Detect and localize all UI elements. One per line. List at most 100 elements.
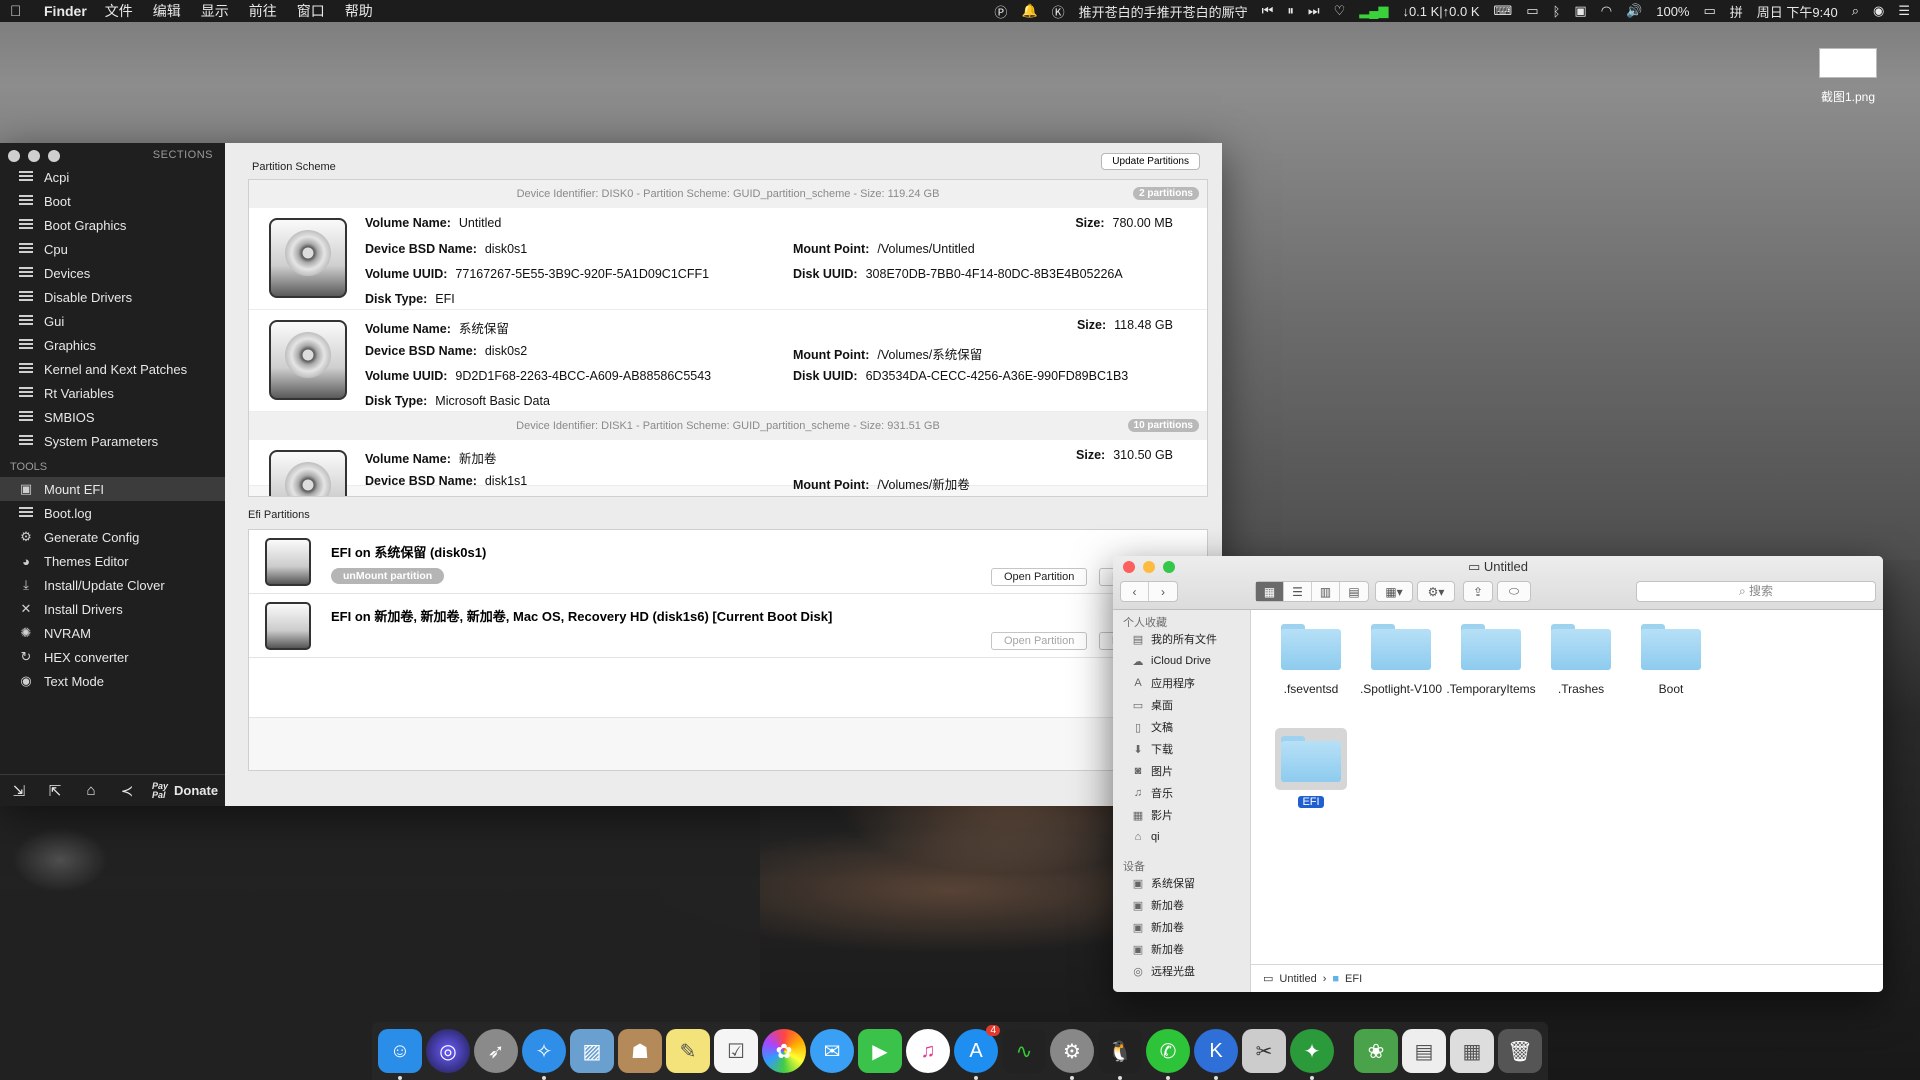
- sidebar-item-pictures[interactable]: ◙ 图片: [1113, 760, 1250, 782]
- tool-item-themes-editor[interactable]: ◕ Themes Editor: [0, 549, 225, 573]
- tool-item-nvram[interactable]: ✺ NVRAM: [0, 621, 225, 645]
- sidebar-item-movies[interactable]: ▦ 影片: [1113, 804, 1250, 826]
- spotlight-search-icon[interactable]: ⌕: [1852, 3, 1859, 19]
- sidebar-item-documents[interactable]: ▯ 文稿: [1113, 716, 1250, 738]
- document-dock-icon[interactable]: ▤: [1402, 1029, 1446, 1073]
- notification-bell-icon[interactable]: 🔔: [1021, 3, 1037, 19]
- sidebar-item-desktop[interactable]: ▭ 桌面: [1113, 694, 1250, 716]
- menu-edit[interactable]: 编辑: [153, 1, 181, 21]
- sidebar-item-disable-drivers[interactable]: Disable Drivers: [0, 285, 225, 309]
- safari-dock-icon[interactable]: ✧: [522, 1029, 566, 1080]
- folder-item-selected[interactable]: EFI: [1261, 728, 1361, 808]
- arrange-button[interactable]: ▦▾: [1375, 581, 1413, 602]
- open-partition-button[interactable]: Open Partition: [991, 568, 1088, 586]
- sidebar-item-gui[interactable]: Gui: [0, 309, 225, 333]
- donate-button[interactable]: Pay Pal Donate: [152, 781, 218, 800]
- list-view-icon[interactable]: ☰: [1284, 582, 1312, 601]
- sidebar-device[interactable]: ▣ 系统保留: [1113, 872, 1250, 894]
- folder-stack-dock-icon[interactable]: ❀: [1354, 1029, 1398, 1073]
- notes-dock-icon[interactable]: ✎: [666, 1029, 710, 1073]
- import-icon[interactable]: ⇲: [8, 782, 30, 800]
- sidebar-item-all-files[interactable]: ▤ 我的所有文件: [1113, 628, 1250, 650]
- menu-go[interactable]: 前往: [249, 1, 277, 21]
- apple-menu-icon[interactable]: : [10, 3, 30, 20]
- path-item[interactable]: EFI: [1345, 973, 1362, 985]
- sidebar-item-cpu[interactable]: Cpu: [0, 237, 225, 261]
- wechat-dock-icon[interactable]: ✆: [1146, 1029, 1190, 1080]
- sidebar-item-smbios[interactable]: SMBIOS: [0, 405, 225, 429]
- share-button[interactable]: ⇪: [1463, 581, 1493, 602]
- previous-track-icon[interactable]: ⏮: [1262, 3, 1274, 19]
- column-view-icon[interactable]: ▥: [1312, 582, 1340, 601]
- volume-icon[interactable]: 🔊: [1626, 3, 1642, 19]
- heart-icon[interactable]: ♡: [1334, 3, 1346, 19]
- pause-icon[interactable]: ⏸: [1287, 3, 1294, 19]
- forward-button[interactable]: ›: [1149, 582, 1177, 601]
- now-playing-text[interactable]: 推开苍白的手推开苍白的厮守: [1079, 2, 1248, 21]
- menu-clock[interactable]: 周日 下午9:40: [1757, 2, 1838, 21]
- action-button[interactable]: ⚙▾: [1417, 581, 1455, 602]
- sidebar-item-rt-variables[interactable]: Rt Variables: [0, 381, 225, 405]
- home-icon[interactable]: ⌂: [80, 782, 102, 799]
- bluetooth-icon[interactable]: ᛒ: [1553, 4, 1561, 19]
- menu-window[interactable]: 窗口: [297, 1, 325, 21]
- reminders-dock-icon[interactable]: ☑: [714, 1029, 758, 1073]
- volume-row[interactable]: Volume Name: 系统保留 Device BSD Name: disk0s2…: [249, 310, 1207, 412]
- sidebar-device[interactable]: ▣ 新加卷: [1113, 916, 1250, 938]
- icon-view-icon[interactable]: ▦: [1256, 582, 1284, 601]
- battery-icon[interactable]: ▭: [1703, 3, 1715, 19]
- folder-item[interactable]: .Spotlight-V100: [1351, 624, 1451, 696]
- search-field[interactable]: ⌕ 搜索: [1636, 581, 1876, 602]
- efi-row[interactable]: EFI on 新加卷, 新加卷, 新加卷, Mac OS, Recovery H…: [249, 594, 1207, 658]
- sidebar-item-home[interactable]: ⌂ qi: [1113, 826, 1250, 848]
- folder-item[interactable]: .TemporaryItems: [1441, 624, 1541, 696]
- vibrant-dock-icon[interactable]: ✦: [1290, 1029, 1334, 1080]
- clover-configurator-dock-icon[interactable]: K: [1194, 1029, 1238, 1080]
- qq-dock-icon[interactable]: 🐧: [1098, 1029, 1142, 1080]
- sidebar-item-graphics[interactable]: Graphics: [0, 333, 225, 357]
- airplay-icon[interactable]: ▣: [1574, 3, 1586, 19]
- sidebar-item-system-parameters[interactable]: System Parameters: [0, 429, 225, 453]
- gallery-view-icon[interactable]: ▤: [1340, 582, 1368, 601]
- messages-dock-icon[interactable]: ✉: [810, 1029, 854, 1073]
- desktop-file[interactable]: 截图1.png: [1808, 48, 1888, 105]
- update-partitions-button[interactable]: Update Partitions: [1101, 153, 1200, 170]
- itunes-dock-icon[interactable]: ♫: [906, 1029, 950, 1073]
- activity-monitor-dock-icon[interactable]: ∿: [1002, 1029, 1046, 1073]
- unmount-partition-button[interactable]: unMount partition: [331, 568, 445, 584]
- menu-help[interactable]: 帮助: [345, 1, 373, 21]
- sidebar-item-music[interactable]: ♫ 音乐: [1113, 782, 1250, 804]
- tool-item-generate-config[interactable]: ⚙ Generate Config: [0, 525, 225, 549]
- sidebar-item-boot[interactable]: Boot: [0, 189, 225, 213]
- photos-dock-icon[interactable]: ✿: [762, 1029, 806, 1073]
- launchpad-dock-icon[interactable]: ➶: [474, 1029, 518, 1073]
- input-method-icon[interactable]: 拼: [1730, 2, 1743, 21]
- sidebar-item-devices[interactable]: Devices: [0, 261, 225, 285]
- partition-scheme-list[interactable]: Device Identifier: DISK0 - Partition Sch…: [248, 179, 1208, 497]
- tool-item-hex-converter[interactable]: ↻ HEX converter: [0, 645, 225, 669]
- sidebar-item-applications[interactable]: A 应用程序: [1113, 672, 1250, 694]
- sidebar-device[interactable]: ▣ 新加卷: [1113, 894, 1250, 916]
- volume-row[interactable]: Volume Name: 新加卷 Device BSD Name: disk1s1 …: [249, 440, 1207, 496]
- tool-item-mount-efi[interactable]: ▣ Mount EFI: [0, 477, 225, 501]
- next-track-icon[interactable]: ⏭: [1308, 3, 1320, 19]
- preview-dock-icon[interactable]: ▨: [570, 1029, 614, 1073]
- folder-item[interactable]: Boot: [1621, 624, 1721, 696]
- menu-file[interactable]: 文件: [105, 1, 133, 21]
- back-button[interactable]: ‹: [1121, 582, 1149, 601]
- sidebar-item-icloud-drive[interactable]: ☁ iCloud Drive: [1113, 650, 1250, 672]
- wifi-icon[interactable]: ◠: [1601, 3, 1612, 19]
- finder-dock-icon[interactable]: ☺: [378, 1029, 422, 1080]
- export-icon[interactable]: ⇱: [44, 782, 66, 800]
- app-store-dock-icon[interactable]: A4: [954, 1025, 1000, 1080]
- sidebar-device[interactable]: ◎ 远程光盘: [1113, 960, 1250, 982]
- volume-row[interactable]: Volume Name: Untitled Device BSD Name: dis…: [249, 208, 1207, 310]
- screenshot-file-dock-icon[interactable]: ▦: [1450, 1029, 1494, 1073]
- efi-row[interactable]: EFI on 系统保留 (disk0s1) unMount partition …: [249, 530, 1207, 594]
- tool-item-install-update-clover[interactable]: ⤓ Install/Update Clover: [0, 573, 225, 597]
- close-button[interactable]: [8, 150, 20, 162]
- screenshot-dock-icon[interactable]: ✂: [1242, 1029, 1286, 1073]
- battery-percent[interactable]: 100%: [1656, 4, 1689, 19]
- tool-item-install-drivers[interactable]: ✕ Install Drivers: [0, 597, 225, 621]
- folder-item[interactable]: .Trashes: [1531, 624, 1631, 696]
